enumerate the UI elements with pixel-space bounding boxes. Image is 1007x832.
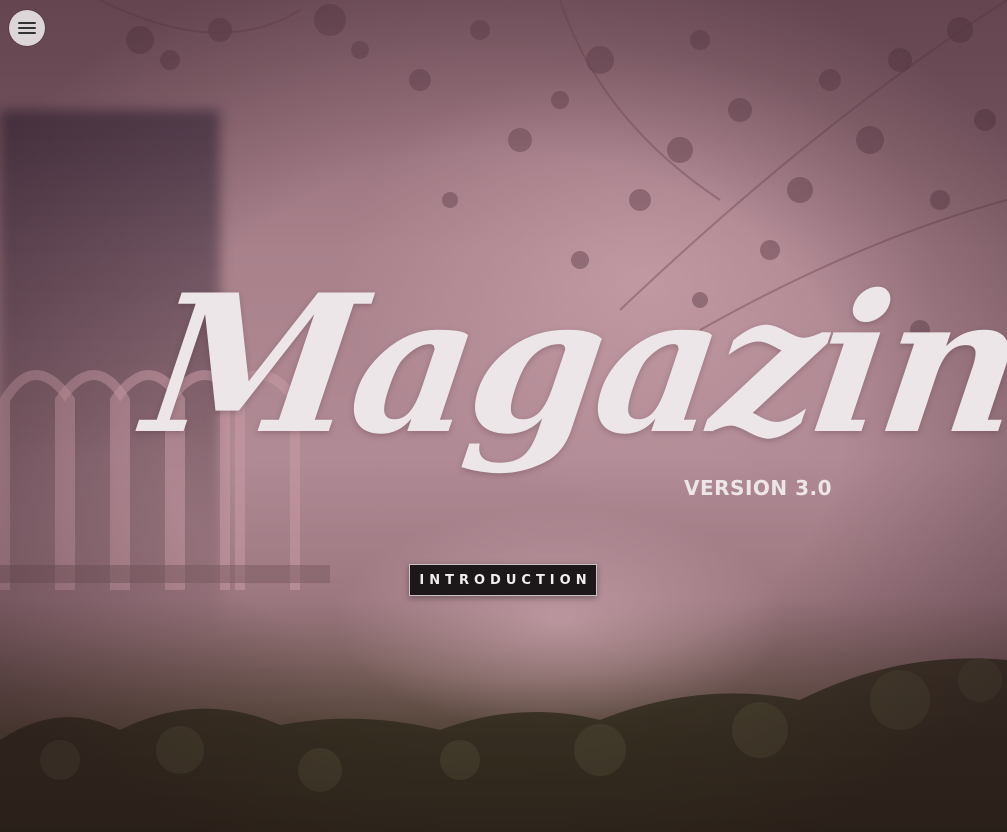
logo-version: VERSION 3.0 bbox=[684, 476, 833, 500]
logo: Magazine VERSION 3.0 bbox=[134, 253, 1007, 540]
hamburger-menu-icon bbox=[18, 22, 36, 34]
menu-button[interactable] bbox=[9, 10, 45, 46]
introduction-button[interactable]: INTRODUCTION bbox=[409, 564, 597, 596]
hero-section: Magazine VERSION 3.0 INTRODUCTION bbox=[0, 0, 1007, 832]
logo-wordmark: Magazine bbox=[134, 253, 1007, 476]
background-shrubbery bbox=[0, 658, 1007, 832]
